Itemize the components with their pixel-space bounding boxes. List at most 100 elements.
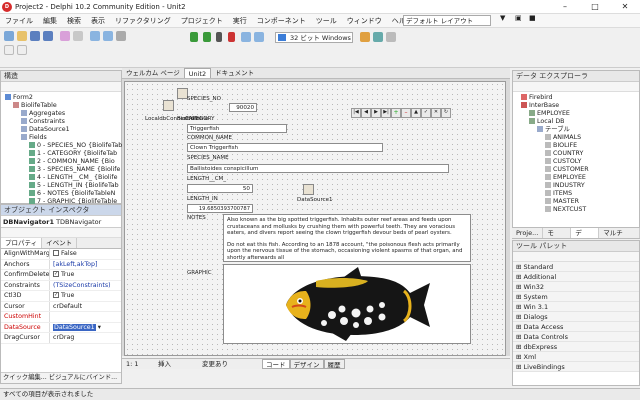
new-icon[interactable] xyxy=(4,31,14,41)
property-row[interactable]: Anchors [akLeft,akTop] xyxy=(1,259,121,270)
palette-group[interactable]: ⊞ Win32 xyxy=(513,282,639,292)
category-field[interactable]: Triggerfish xyxy=(187,124,287,133)
property-row[interactable]: Constraints (TSizeConstraints) xyxy=(1,280,121,291)
palette-group[interactable]: ⊞ LiveBindings xyxy=(513,362,639,372)
tree-item[interactable]: 5 - LENGTH_IN {BiolifeTab xyxy=(3,182,121,190)
maximize-button[interactable]: □ xyxy=(580,0,610,14)
tree-item[interactable]: DataSource1 xyxy=(3,126,121,134)
tree-item[interactable]: Local DB xyxy=(515,118,639,126)
palette-group[interactable]: ⊞ System xyxy=(513,292,639,302)
property-row[interactable]: DataSource DataSource1 ▾ xyxy=(1,322,121,333)
close-button[interactable]: ✕ xyxy=(610,0,640,14)
nav-prior-icon[interactable]: ◀ xyxy=(361,108,371,118)
tree-item[interactable]: 0 - SPECIES_NO {BiolifeTab xyxy=(3,142,122,150)
species-no-field[interactable]: 90020 xyxy=(229,103,257,112)
back-icon[interactable] xyxy=(4,45,14,55)
tree-item[interactable]: Firebird xyxy=(515,94,639,102)
species-name-field[interactable]: Ballistoides conspicillum xyxy=(187,164,449,173)
tree-item[interactable]: CUSTOMER xyxy=(515,166,639,174)
device-icon[interactable] xyxy=(373,32,383,42)
nav-next-icon[interactable]: ▶ xyxy=(371,108,381,118)
units-icon[interactable] xyxy=(90,31,100,41)
tab-multi-device[interactable]: マルチデ... xyxy=(599,228,640,248)
palette-group[interactable]: ⊞ Additional xyxy=(513,272,639,282)
tree-item[interactable]: 6 - NOTES {BiolifeTableN xyxy=(3,190,121,198)
property-row[interactable]: DragCursor crDrag xyxy=(1,333,121,344)
menu-refactor[interactable]: リファクタリング xyxy=(110,16,176,26)
graphic-image[interactable] xyxy=(223,264,471,344)
length-cm-field[interactable]: 50 xyxy=(187,184,253,193)
menu-window[interactable]: ウィンドウ xyxy=(342,16,387,26)
tab-project[interactable]: Proje... xyxy=(512,228,544,238)
nav-first-icon[interactable]: |◀ xyxy=(351,108,361,118)
tab-properties[interactable]: プロパティ xyxy=(1,238,43,248)
menu-edit[interactable]: 編集 xyxy=(38,16,62,26)
stop-icon[interactable] xyxy=(228,32,235,42)
tree-item[interactable]: ITEMS xyxy=(515,190,639,198)
tree-item[interactable]: 2 - COMMON_NAME {Bio xyxy=(3,158,121,166)
tree-item[interactable]: EMPLOYEE xyxy=(515,110,639,118)
platform-select[interactable]: 32 ビット Windows xyxy=(275,32,353,43)
property-row[interactable]: AlignWithMarginsFalse xyxy=(1,249,121,260)
tree-item[interactable]: BiolifeTable xyxy=(3,102,121,110)
form-canvas[interactable]: LocaldbConnection BiolifeTable DataSourc… xyxy=(124,81,506,356)
palette-group[interactable]: ⊞ Win 3.1 xyxy=(513,302,639,312)
tab-code[interactable]: コード xyxy=(262,359,290,369)
length-in-field[interactable]: 19.6850393700787 xyxy=(187,204,253,213)
nav-refresh-icon[interactable]: ↻ xyxy=(441,108,451,118)
tree-item[interactable]: Form2 xyxy=(3,94,121,102)
nav-cancel-icon[interactable]: ✕ xyxy=(431,108,441,118)
tab-data[interactable]: デー... xyxy=(571,228,600,248)
menu-tools[interactable]: ツール xyxy=(311,16,342,26)
run-without-debug-icon[interactable] xyxy=(203,32,211,42)
tree-item[interactable]: MASTER xyxy=(515,198,639,206)
palette-group[interactable]: ⊞ Standard xyxy=(513,262,639,272)
tree-item[interactable]: Aggregates xyxy=(3,110,121,118)
inspector-search-bar[interactable] xyxy=(1,228,121,238)
checkbox[interactable]: ✓ xyxy=(53,292,59,298)
tree-item[interactable]: EMPLOYEE xyxy=(515,174,639,182)
layout-select[interactable]: デフォルト レイアウト xyxy=(403,15,491,26)
tree-item[interactable]: INDUSTRY xyxy=(515,182,639,190)
open-project-icon[interactable] xyxy=(60,31,70,41)
tab-welcome[interactable]: ウェルカム ページ xyxy=(122,68,184,78)
tree-item[interactable]: CUSTOLY xyxy=(515,158,639,166)
forward-icon[interactable] xyxy=(17,45,27,55)
palette-group[interactable]: ⊞ Data Controls xyxy=(513,332,639,342)
layout-save-icon[interactable]: ▼ xyxy=(495,14,510,22)
tree-item[interactable]: BIOLIFE xyxy=(515,142,639,150)
tree-item[interactable]: 1 - CATEGORY {BiolifeTab xyxy=(3,150,121,158)
help-search-icon[interactable]: ■ xyxy=(524,14,541,22)
palette-group[interactable]: ⊞ dbExpress xyxy=(513,342,639,352)
nav-insert-icon[interactable]: + xyxy=(391,108,401,118)
nav-edit-icon[interactable]: ▲ xyxy=(411,108,421,118)
menu-project[interactable]: プロジェクト xyxy=(176,16,228,26)
property-row[interactable]: CustomHint xyxy=(1,312,121,323)
tab-events[interactable]: イベント xyxy=(42,238,78,248)
nav-delete-icon[interactable]: – xyxy=(401,108,411,118)
step-over-icon[interactable] xyxy=(241,32,251,42)
palette-group[interactable]: ⊞ Data Access xyxy=(513,322,639,332)
menu-file[interactable]: ファイル xyxy=(0,16,38,26)
forms-icon[interactable] xyxy=(103,31,113,41)
tab-history[interactable]: 履歴 xyxy=(323,359,345,369)
tab-unit2[interactable]: Unit2 xyxy=(183,68,212,78)
tab-document[interactable]: ドキュメント xyxy=(211,68,258,78)
toggle-icon[interactable] xyxy=(116,31,126,41)
db-navigator[interactable]: |◀ ◀ ▶ ▶| + – ▲ ✓ ✕ ↻ xyxy=(351,108,451,118)
trace-into-icon[interactable] xyxy=(254,32,264,42)
save-all-icon[interactable] xyxy=(43,31,53,41)
tree-item[interactable]: COUNTRY xyxy=(515,150,639,158)
pause-icon[interactable] xyxy=(216,32,222,42)
menu-search[interactable]: 検索 xyxy=(62,16,86,26)
datasource-value[interactable]: DataSource1 xyxy=(53,323,96,331)
dropdown-arrow-icon[interactable]: ▾ xyxy=(98,324,101,331)
notes-memo[interactable]: Also known as the big spotted triggerfis… xyxy=(223,214,471,262)
checkbox[interactable] xyxy=(53,250,59,256)
tree-item[interactable]: テーブル xyxy=(515,126,639,134)
minimize-button[interactable]: – xyxy=(550,0,580,14)
checkbox[interactable]: ✓ xyxy=(53,271,59,277)
menu-component[interactable]: コンポーネント xyxy=(252,16,311,26)
tab-model[interactable]: モデ... xyxy=(543,228,572,248)
open-icon[interactable] xyxy=(17,31,27,41)
